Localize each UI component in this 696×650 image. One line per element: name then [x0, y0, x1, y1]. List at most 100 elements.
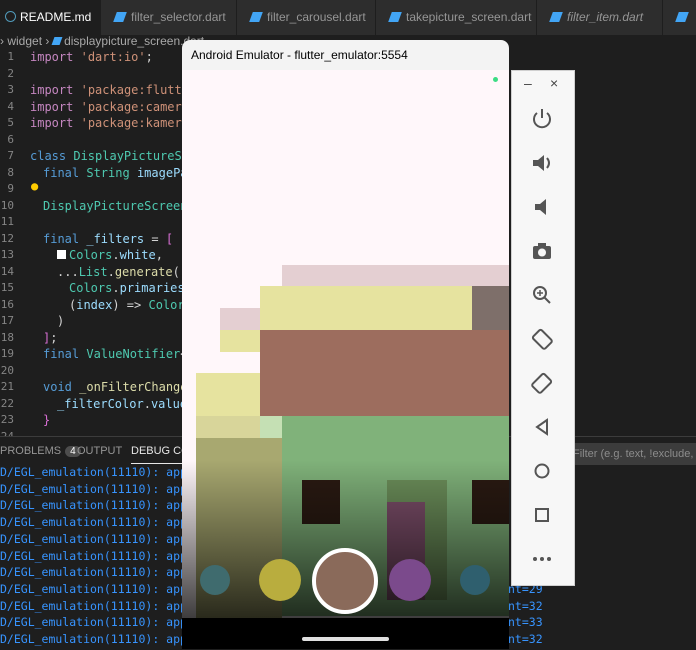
dart-icon — [388, 12, 402, 22]
nav-bar — [182, 618, 509, 649]
status-dot — [493, 77, 498, 82]
camera-icon — [533, 243, 551, 259]
log-line: D/EGL_emulation(11110): app_t — [0, 465, 201, 479]
dart-icon — [249, 12, 263, 22]
code-line: import 'dart:io'; — [30, 50, 153, 64]
tab-filter-selector[interactable]: filter_selector.dart — [101, 0, 237, 35]
home-button[interactable] — [527, 456, 557, 486]
filter-item[interactable] — [460, 565, 490, 595]
info-icon — [5, 11, 16, 22]
image-block — [196, 373, 260, 416]
zoom-in-icon — [533, 286, 551, 304]
volume-down-button[interactable] — [527, 192, 557, 222]
code-line: final String imagePath — [43, 165, 202, 180]
image-block — [260, 330, 509, 416]
log-line: D/EGL_emulation(11110): app_t — [0, 615, 201, 630]
overview-button[interactable] — [527, 500, 557, 530]
tab-label: filter_carousel.dart — [267, 10, 366, 24]
line-number: 10 — [0, 198, 14, 212]
power-icon — [533, 109, 551, 129]
more-dots-icon — [533, 557, 551, 561]
tab-label: PROBLEMS — [0, 445, 62, 457]
log-line: D/EGL_emulation(11110): app_t — [0, 481, 201, 496]
line-number: 1 — [7, 50, 14, 63]
code-line: import 'package:kamera_f — [30, 116, 204, 130]
dart-icon — [51, 37, 63, 45]
zoom-button[interactable] — [527, 280, 557, 310]
tab-label: README.md — [20, 10, 92, 24]
log-line-tail: nt=32 — [508, 598, 543, 613]
tab-overflow[interactable] — [663, 0, 696, 35]
code-line: DisplayPictureScreen({ — [43, 198, 202, 213]
code-line: final _filters = [ — [43, 231, 174, 246]
log-line: D/EGL_emulation(11110): app_t — [0, 632, 201, 646]
log-line: D/EGL_emulation(11110): app_t — [0, 548, 201, 563]
tab-output[interactable]: OUTPUT — [77, 445, 122, 457]
square-icon — [535, 508, 549, 522]
image-block — [282, 265, 509, 287]
log-line: D/EGL_emulation(11110): app_t — [0, 515, 201, 530]
back-triangle-icon — [535, 418, 548, 436]
filter-item[interactable] — [389, 559, 431, 601]
screenshot-button[interactable] — [527, 236, 557, 266]
line-number: 12 — [0, 231, 14, 245]
rotate-left-button[interactable] — [527, 324, 557, 354]
emulator-title: Android Emulator - flutter_emulator:5554 — [182, 40, 509, 70]
volume-up-button[interactable] — [527, 148, 557, 178]
minimize-button[interactable]: – — [524, 75, 532, 91]
line-number: 5 — [7, 116, 14, 129]
line-number: 21 — [0, 380, 14, 393]
code-line: Colors.white, — [57, 247, 163, 264]
code-line: ]; — [43, 330, 58, 345]
dart-icon — [549, 12, 563, 22]
device-screen[interactable] — [182, 70, 509, 649]
power-button[interactable] — [527, 104, 557, 134]
rotate-right-button[interactable] — [527, 368, 557, 398]
code-line: Colors.primaries.l — [69, 281, 199, 295]
log-line: D/EGL_emulation(11110): app_t — [0, 565, 201, 580]
line-number: 14 — [0, 264, 14, 278]
line-number: 3 — [7, 83, 14, 96]
line-number: 16 — [0, 297, 14, 311]
tab-label: takepicture_screen.dart — [406, 10, 532, 24]
log-line: D/EGL_emulation(11110): app_t — [0, 498, 201, 513]
code-line: void _onFilterChanged( — [43, 380, 202, 394]
filter-item[interactable] — [259, 559, 301, 601]
image-block — [472, 286, 509, 330]
tab-takepicture-screen[interactable]: takepicture_screen.dart — [376, 0, 537, 35]
close-button[interactable]: × — [550, 75, 558, 91]
tab-label: filter_item.dart — [567, 10, 644, 24]
log-line: D/EGL_emulation(11110): app_t — [0, 531, 201, 546]
log-line-tail: nt=33 — [508, 615, 543, 630]
line-number: 8 — [7, 165, 14, 179]
home-gesture-bar[interactable] — [302, 637, 389, 641]
image-block — [220, 330, 260, 352]
image-block — [196, 416, 260, 438]
back-button[interactable] — [527, 412, 557, 442]
line-number: 13 — [0, 248, 14, 261]
log-line: D/EGL_emulation(11110): app_t — [0, 598, 201, 613]
filter-item[interactable] — [200, 565, 230, 595]
filter-item-selected[interactable] — [312, 548, 378, 614]
code-line: final ValueNotifier<Co — [43, 347, 202, 361]
console-filter-input[interactable]: Filter (e.g. text, !exclude, \escape) — [567, 443, 696, 465]
more-button[interactable] — [527, 544, 557, 574]
line-number: 7 — [7, 149, 14, 162]
chevron-right-icon: › — [0, 34, 4, 48]
tab-readme[interactable]: README.md× — [0, 0, 101, 35]
lightbulb-icon[interactable]: ● — [31, 179, 38, 193]
tab-filter-carousel[interactable]: filter_carousel.dart — [237, 0, 376, 35]
image-block — [220, 308, 260, 330]
line-number: 18 — [0, 330, 14, 344]
line-number: 6 — [7, 132, 14, 146]
code-line: ) — [57, 314, 65, 328]
tab-problems[interactable]: PROBLEMS 4 — [0, 445, 81, 457]
breadcrumb-folder[interactable]: widget — [7, 34, 42, 48]
tab-label: filter_selector.dart — [131, 10, 226, 24]
line-number: 17 — [0, 314, 14, 327]
tab-filter-item[interactable]: filter_item.dart — [537, 0, 663, 35]
line-number: 23 — [0, 413, 14, 426]
line-number: 15 — [0, 281, 14, 294]
emulator-toolbar: – × — [511, 70, 575, 586]
volume-up-icon — [533, 155, 550, 171]
